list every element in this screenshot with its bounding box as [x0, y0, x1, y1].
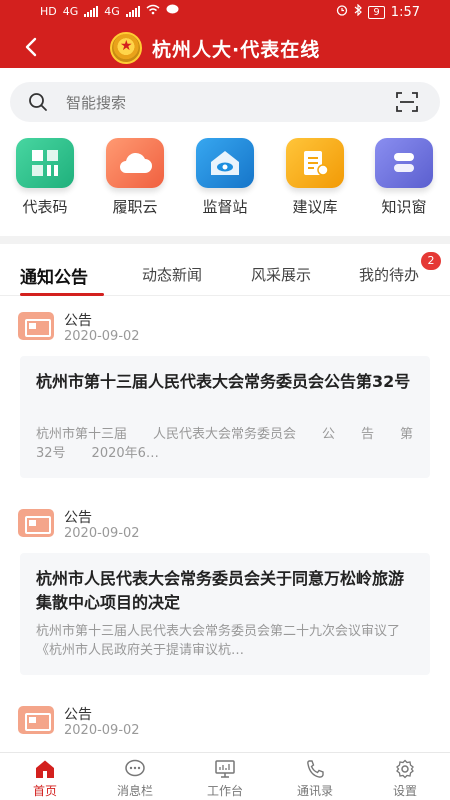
nav-bar: 杭州人大·代表在线 — [0, 28, 450, 66]
tabbar-label: 首页 — [32, 784, 57, 798]
notice-date: 2020-09-02 — [64, 723, 140, 738]
section-divider — [0, 236, 450, 244]
search-bar[interactable] — [10, 82, 440, 122]
shortcut-daibiaoma[interactable]: 代表码 — [13, 138, 77, 217]
message-icon — [166, 4, 179, 18]
notice-icon — [18, 706, 54, 734]
tabbar-label: 消息栏 — [116, 784, 153, 798]
notice-date: 2020-09-02 — [64, 329, 140, 344]
notice-type: 公告 — [64, 510, 92, 526]
header-title-group: 杭州人大·代表在线 — [110, 32, 320, 64]
notice-card[interactable]: 杭州市人民代表大会常务委员会关于同意万松岭旅游集散中心项目的决定 杭州市第十三届… — [20, 553, 430, 675]
chat-icon — [125, 759, 145, 777]
network-indicators: HD 4G 4G — [40, 4, 179, 18]
tabbar-label: 通讯录 — [296, 784, 333, 798]
status-bar: HD 4G 4G 9 1:57 — [0, 0, 450, 24]
notice-excerpt: 杭州市第十三届 人民代表大会常务委员会 公 告 第32号 2020年6… — [36, 427, 414, 461]
shortcut-label: 代表码 — [22, 198, 68, 216]
phone-icon — [307, 760, 324, 778]
home-icon — [36, 760, 54, 778]
tabbar-settings[interactable]: 设置 — [370, 759, 440, 799]
notice-card[interactable]: 杭州市第十三届人民代表大会常务委员会公告第32号 杭州市第十三届 人民代表大会常… — [20, 356, 430, 478]
wifi-icon — [146, 4, 160, 18]
house-eye-icon — [196, 138, 254, 188]
notice-icon — [18, 509, 54, 537]
todo-count-badge: 2 — [421, 252, 441, 270]
tabbar-label: 工作台 — [206, 784, 243, 798]
status-time: 1:57 — [390, 4, 420, 20]
gear-icon — [396, 759, 414, 779]
cloud-icon — [106, 138, 164, 188]
tab-todo[interactable]: 我的待办 — [359, 264, 419, 285]
book-icon — [375, 138, 433, 188]
qr-grid-icon — [16, 138, 74, 188]
battery-indicator: 9 — [368, 5, 385, 19]
back-arrow-icon[interactable] — [18, 32, 48, 62]
network-type-label: 4G — [62, 4, 79, 18]
shortcut-label: 知识窗 — [381, 198, 427, 216]
alarm-icon — [336, 4, 348, 20]
notice-type: 公告 — [64, 707, 92, 723]
shortcut-label: 监督站 — [202, 198, 248, 216]
document-pen-icon — [286, 138, 344, 188]
status-right: 9 1:57 — [336, 3, 420, 20]
network-type-label-2: 4G — [104, 4, 120, 18]
notice-icon — [18, 312, 54, 340]
notice-type: 公告 — [64, 313, 92, 329]
tab-news[interactable]: 动态新闻 — [142, 264, 202, 285]
shortcut-lvzhiyun[interactable]: 履职云 — [103, 138, 167, 217]
hd-label: HD — [40, 4, 57, 18]
notice-date: 2020-09-02 — [64, 526, 140, 541]
tab-showcase[interactable]: 风采展示 — [251, 264, 311, 285]
shortcut-label: 建议库 — [292, 198, 338, 216]
notice-list: 公告 2020-09-02 杭州市第十三届人民代表大会常务委员会公告第32号 杭… — [0, 296, 450, 752]
scan-icon[interactable] — [396, 92, 418, 112]
shortcut-jianduzhan[interactable]: 监督站 — [193, 138, 257, 217]
search-input[interactable] — [66, 92, 366, 114]
notice-excerpt: 杭州市第十三届人民代表大会常务委员会第二十九次会议审议了《杭州市人民政府关于提请… — [36, 624, 401, 658]
tabbar-messages[interactable]: 消息栏 — [100, 759, 170, 799]
tab-bar: 通知公告 动态新闻 风采展示 我的待办 — [0, 244, 450, 296]
notice-title: 杭州市人民代表大会常务委员会关于同意万松岭旅游集散中心项目的决定 — [36, 569, 405, 612]
signal-icon-2 — [125, 5, 140, 17]
search-icon — [28, 92, 48, 112]
shortcut-jianyiku[interactable]: 建议库 — [283, 138, 347, 217]
monitor-icon — [215, 760, 235, 778]
tabbar-workbench[interactable]: 工作台 — [190, 759, 260, 799]
shortcut-label: 履职云 — [112, 198, 158, 216]
bottom-tab-bar: 首页 消息栏 工作台 通讯录 设置 — [0, 752, 450, 800]
tabbar-label: 设置 — [392, 784, 417, 798]
signal-icon — [84, 5, 99, 17]
notice-title: 杭州市第十三届人民代表大会常务委员会公告第32号 — [36, 372, 411, 391]
national-emblem-icon — [110, 32, 142, 64]
tabbar-home[interactable]: 首页 — [10, 759, 80, 799]
app-header: HD 4G 4G 9 1:57 ★ 杭州人大·代表在线 — [0, 0, 450, 68]
tabbar-contacts[interactable]: 通讯录 — [280, 759, 350, 799]
bluetooth-icon — [354, 3, 363, 20]
page-title: 杭州人大·代表在线 — [152, 38, 321, 61]
shortcut-zhishichuang[interactable]: 知识窗 — [372, 138, 436, 217]
tab-notices[interactable]: 通知公告 — [20, 263, 88, 288]
